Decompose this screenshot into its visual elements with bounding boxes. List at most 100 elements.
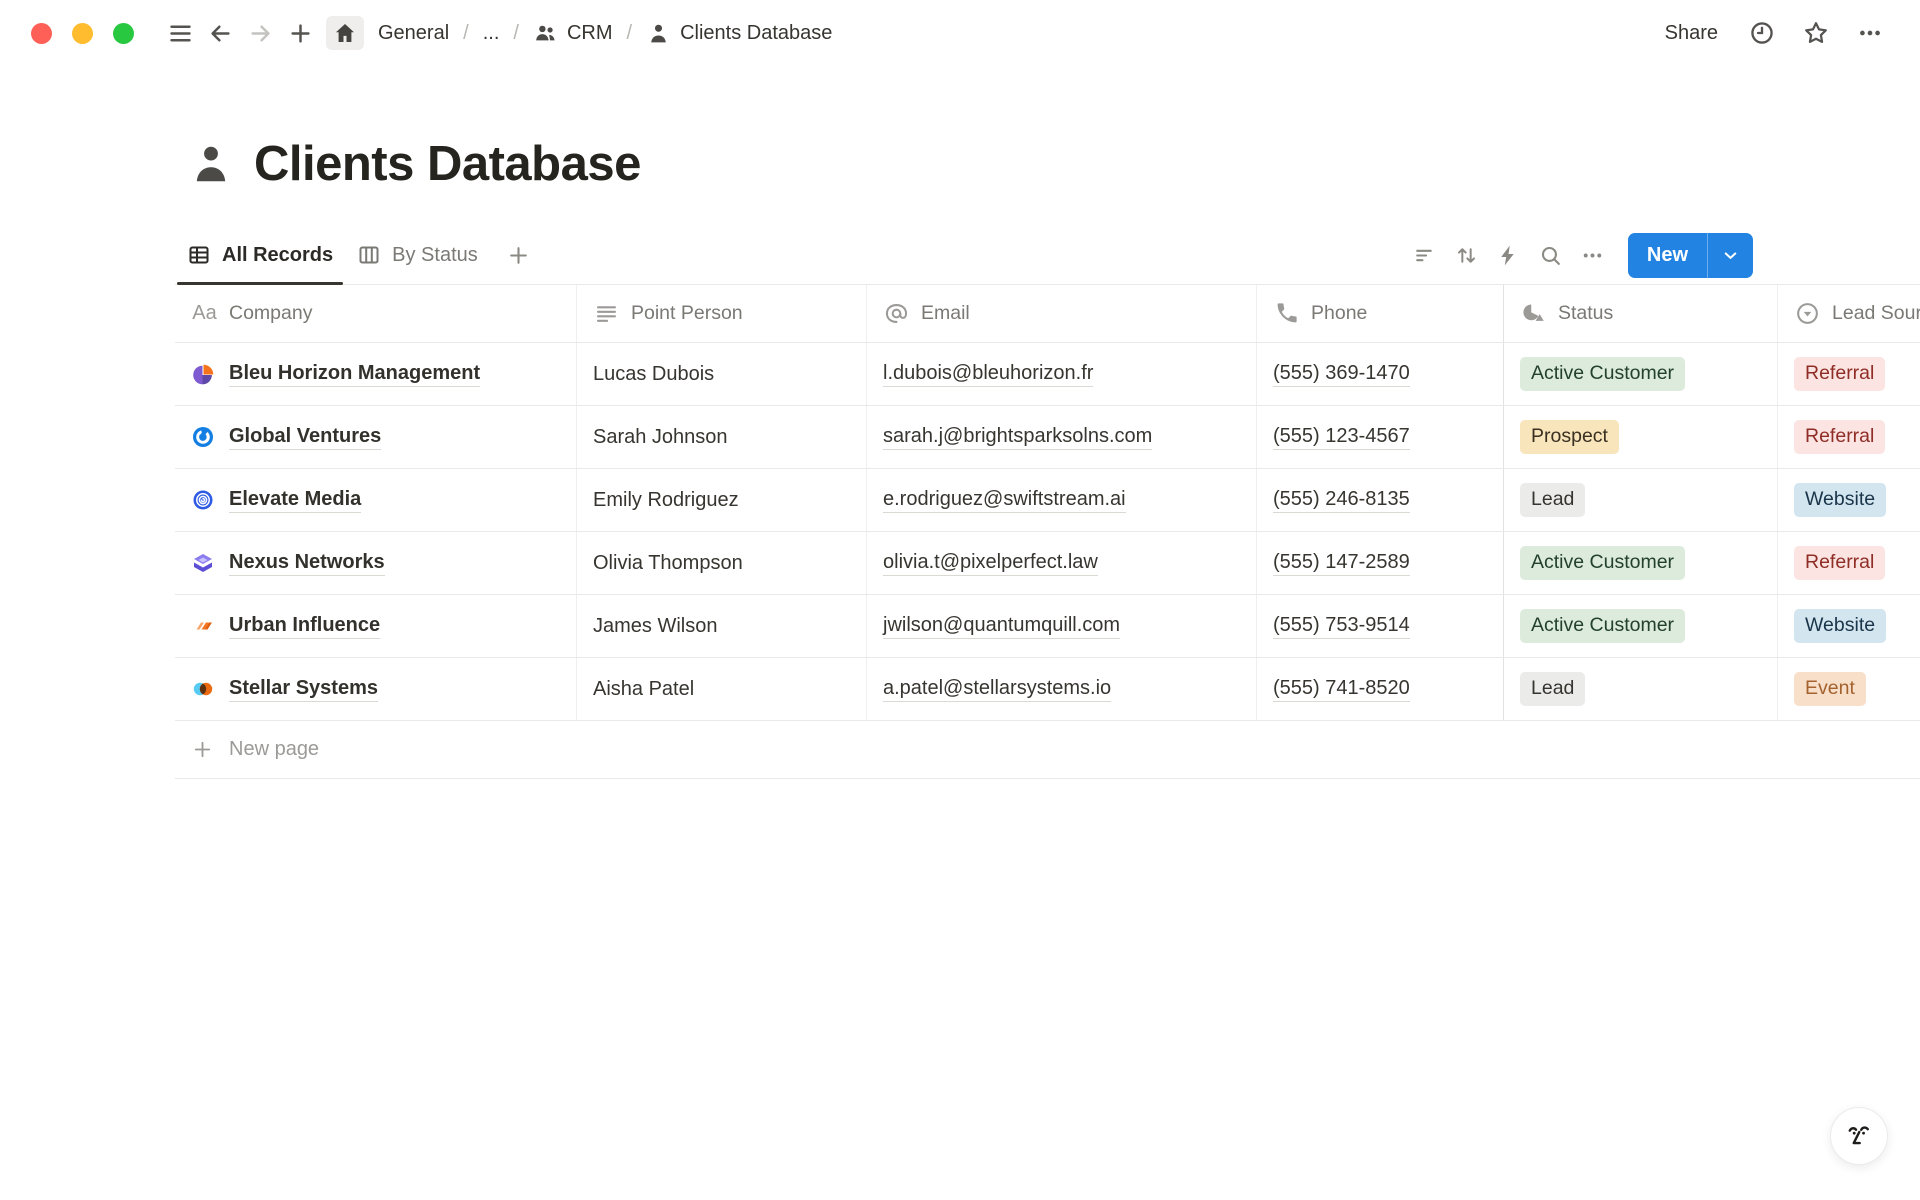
company-cell[interactable]: Bleu Horizon Management <box>175 343 576 405</box>
more-options-icon[interactable] <box>1850 13 1890 53</box>
point-person-cell[interactable]: Aisha Patel <box>593 678 694 701</box>
phone-cell[interactable]: (555) 369-1470 <box>1273 362 1410 387</box>
company-cell[interactable]: Nexus Networks <box>175 532 576 594</box>
email-cell[interactable]: a.patel@stellarsystems.io <box>883 677 1111 702</box>
person-icon <box>646 21 671 46</box>
point-person-cell[interactable]: Sarah Johnson <box>593 426 728 449</box>
select-property-icon <box>1794 300 1821 327</box>
orange-stripes-logo <box>191 614 215 638</box>
forward-icon[interactable] <box>240 13 280 53</box>
filter-icon[interactable] <box>1404 234 1446 276</box>
column-header-email[interactable]: Email <box>866 285 1256 342</box>
status-property-icon <box>1520 300 1547 327</box>
view-toolbar: All Records By Status New <box>175 226 1753 284</box>
new-tab-icon[interactable] <box>280 13 320 53</box>
lead-source-badge[interactable]: Referral <box>1794 357 1885 390</box>
phone-cell[interactable]: (555) 753-9514 <box>1273 614 1410 639</box>
tab-all-records[interactable]: All Records <box>175 226 345 284</box>
table-row[interactable]: Urban Influence James Wilson jwilson@qua… <box>175 595 1920 658</box>
sort-icon[interactable] <box>1446 234 1488 276</box>
automations-zap-icon[interactable] <box>1488 234 1530 276</box>
people-icon <box>533 21 558 46</box>
email-cell[interactable]: l.dubois@bleuhorizon.fr <box>883 362 1093 387</box>
company-cell[interactable]: Stellar Systems <box>175 658 576 720</box>
company-cell[interactable]: Global Ventures <box>175 406 576 468</box>
lead-source-badge[interactable]: Referral <box>1794 546 1885 579</box>
column-header-status[interactable]: Status <box>1503 285 1777 342</box>
status-badge[interactable]: Active Customer <box>1520 357 1685 390</box>
page-header: Clients Database <box>188 136 1920 192</box>
phone-cell[interactable]: (555) 123-4567 <box>1273 425 1410 450</box>
page-title: Clients Database <box>254 136 641 192</box>
phone-cell[interactable]: (555) 741-8520 <box>1273 677 1410 702</box>
breadcrumb: General / ... / CRM / Clients Database <box>326 16 836 50</box>
point-person-cell[interactable]: Emily Rodriguez <box>593 489 739 512</box>
table-row[interactable]: Elevate Media Emily Rodriguez e.rodrigue… <box>175 469 1920 532</box>
ai-face-icon <box>1842 1119 1876 1153</box>
table-row[interactable]: Stellar Systems Aisha Patel a.patel@stel… <box>175 658 1920 721</box>
status-badge[interactable]: Active Customer <box>1520 546 1685 579</box>
blue-spiral-logo <box>191 488 215 512</box>
table-row[interactable]: Nexus Networks Olivia Thompson olivia.t@… <box>175 532 1920 595</box>
status-badge[interactable]: Prospect <box>1520 420 1619 453</box>
table-view-icon <box>187 243 211 267</box>
view-options-ellipsis-icon[interactable] <box>1572 234 1614 276</box>
new-button-chevron-down-icon[interactable] <box>1708 233 1753 278</box>
person-icon <box>188 141 234 187</box>
company-cell[interactable]: Urban Influence <box>175 595 576 657</box>
traffic-lights <box>31 23 134 44</box>
column-header-point-person[interactable]: Point Person <box>576 285 866 342</box>
clients-table: Aa Company Point Person Email Phone <box>175 284 1920 779</box>
breadcrumb-ellipsis[interactable]: ... <box>479 20 504 47</box>
email-at-icon <box>883 300 910 327</box>
column-header-lead-source[interactable]: Lead Source <box>1777 285 1920 342</box>
column-header-phone[interactable]: Phone <box>1256 285 1503 342</box>
email-cell[interactable]: olivia.t@pixelperfect.law <box>883 551 1098 576</box>
back-icon[interactable] <box>200 13 240 53</box>
breadcrumb-item-general[interactable]: General <box>374 20 453 47</box>
point-person-cell[interactable]: Lucas Dubois <box>593 363 714 386</box>
favorite-star-icon[interactable] <box>1796 13 1836 53</box>
venn-cyan-orange-logo <box>191 677 215 701</box>
window-titlebar: General / ... / CRM / Clients Database S… <box>0 0 1920 66</box>
breadcrumb-item-crm[interactable]: CRM <box>529 19 617 48</box>
status-badge[interactable]: Active Customer <box>1520 609 1685 642</box>
breadcrumb-separator: / <box>627 22 633 45</box>
text-lines-icon <box>593 300 620 327</box>
new-record-button[interactable]: New <box>1628 233 1753 278</box>
table-row[interactable]: Bleu Horizon Management Lucas Dubois l.d… <box>175 343 1920 406</box>
minimize-window-button[interactable] <box>72 23 93 44</box>
add-view-icon[interactable] <box>498 234 540 276</box>
status-badge[interactable]: Lead <box>1520 672 1585 705</box>
phone-cell[interactable]: (555) 246-8135 <box>1273 488 1410 513</box>
tab-by-status[interactable]: By Status <box>345 226 490 284</box>
company-cell[interactable]: Elevate Media <box>175 469 576 531</box>
phone-cell[interactable]: (555) 147-2589 <box>1273 551 1410 576</box>
lead-source-badge[interactable]: Event <box>1794 672 1866 705</box>
breadcrumb-item-clients-database[interactable]: Clients Database <box>642 19 836 48</box>
zoom-window-button[interactable] <box>113 23 134 44</box>
search-icon[interactable] <box>1530 234 1572 276</box>
column-header-company[interactable]: Aa Company <box>175 285 576 342</box>
email-cell[interactable]: jwilson@quantumquill.com <box>883 614 1120 639</box>
new-page-label: New page <box>229 738 319 761</box>
close-window-button[interactable] <box>31 23 52 44</box>
sidebar-menu-icon[interactable] <box>160 13 200 53</box>
notion-ai-face-button[interactable] <box>1830 1107 1888 1165</box>
email-cell[interactable]: sarah.j@brightsparksolns.com <box>883 425 1152 450</box>
point-person-cell[interactable]: Olivia Thompson <box>593 552 743 575</box>
breadcrumb-separator: / <box>513 22 519 45</box>
table-row[interactable]: Global Ventures Sarah Johnson sarah.j@br… <box>175 406 1920 469</box>
phone-icon <box>1273 300 1300 327</box>
lead-source-badge[interactable]: Referral <box>1794 420 1885 453</box>
status-badge[interactable]: Lead <box>1520 483 1585 516</box>
new-button-label[interactable]: New <box>1628 233 1707 278</box>
email-cell[interactable]: e.rodriguez@swiftstream.ai <box>883 488 1126 513</box>
share-button[interactable]: Share <box>1655 16 1728 51</box>
lead-source-badge[interactable]: Website <box>1794 609 1886 642</box>
point-person-cell[interactable]: James Wilson <box>593 615 717 638</box>
updates-clock-icon[interactable] <box>1742 13 1782 53</box>
lead-source-badge[interactable]: Website <box>1794 483 1886 516</box>
home-icon[interactable] <box>326 16 364 50</box>
new-page-row[interactable]: New page <box>175 721 1920 779</box>
